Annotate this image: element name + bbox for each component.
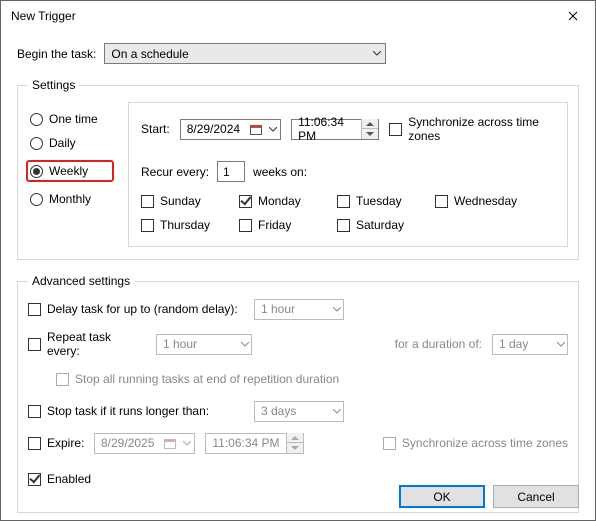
advanced-legend: Advanced settings: [28, 274, 134, 288]
sync-timezones-label: Synchronize across time zones: [408, 115, 555, 143]
calendar-icon: [160, 438, 180, 449]
day-saturday[interactable]: Saturday: [337, 218, 417, 232]
stop-repetition-checkbox: Stop all running tasks at end of repetit…: [56, 372, 339, 386]
spin-up-icon[interactable]: [362, 119, 378, 129]
sync-timezones-checkbox[interactable]: Synchronize across time zones: [389, 115, 555, 143]
start-label: Start:: [141, 122, 170, 136]
repeat-select[interactable]: 1 hour: [156, 334, 252, 355]
repeat-checkbox[interactable]: Repeat task every:: [28, 330, 146, 358]
chevron-down-icon: [180, 441, 194, 446]
expire-date-picker[interactable]: 8/29/2025: [94, 433, 195, 454]
radio-daily-label: Daily: [49, 136, 76, 150]
start-date-value: 8/29/2024: [181, 122, 246, 136]
chevron-down-icon: [373, 51, 381, 56]
duration-label: for a duration of:: [395, 337, 482, 351]
day-tuesday[interactable]: Tuesday: [337, 194, 417, 208]
cancel-button[interactable]: Cancel: [493, 485, 579, 508]
recur-weeks-value: 1: [223, 165, 230, 179]
recur-label-suffix: weeks on:: [253, 165, 307, 179]
spin-up-icon[interactable]: [287, 433, 303, 443]
expire-time-value: 11:06:34 PM: [206, 436, 285, 450]
expire-time-picker[interactable]: 11:06:34 PM: [205, 433, 303, 454]
new-trigger-window: New Trigger Begin the task: On a schedul…: [0, 0, 596, 521]
day-wednesday[interactable]: Wednesday: [435, 194, 517, 208]
chevron-down-icon: [557, 342, 565, 347]
stop-task-checkbox[interactable]: Stop task if it runs longer than:: [28, 404, 244, 418]
delay-checkbox[interactable]: Delay task for up to (random delay):: [28, 302, 244, 316]
radio-weekly[interactable]: Weekly: [26, 160, 114, 182]
begin-task-combo[interactable]: On a schedule: [104, 43, 386, 64]
settings-legend: Settings: [28, 78, 79, 92]
radio-one-time-label: One time: [49, 112, 98, 126]
expire-date-value: 8/29/2025: [95, 436, 160, 450]
recur-weeks-input[interactable]: 1: [217, 161, 245, 182]
delay-value: 1 hour: [261, 302, 295, 316]
chevron-down-icon: [241, 342, 249, 347]
weekday-checkboxes: Sunday Monday Tuesday Wednesday Thursday…: [141, 194, 555, 232]
duration-select[interactable]: 1 day: [492, 334, 568, 355]
radio-daily[interactable]: Daily: [30, 136, 114, 150]
radio-monthly[interactable]: Monthly: [30, 192, 114, 206]
frequency-radios: One time Daily Weekly Monthly: [28, 102, 118, 247]
spin-down-icon[interactable]: [362, 129, 378, 139]
radio-monthly-label: Monthly: [49, 192, 91, 206]
delay-select[interactable]: 1 hour: [254, 299, 344, 320]
recur-label-prefix: Recur every:: [141, 165, 209, 179]
repeat-value: 1 hour: [163, 337, 197, 351]
calendar-icon: [246, 124, 266, 135]
window-title: New Trigger: [11, 9, 76, 23]
stop-task-label: Stop task if it runs longer than:: [47, 404, 209, 418]
advanced-fieldset: Advanced settings Delay task for up to (…: [17, 274, 579, 513]
close-icon: [568, 11, 578, 21]
expire-sync-checkbox: Synchronize across time zones: [383, 436, 568, 450]
stop-task-select[interactable]: 3 days: [254, 401, 344, 422]
chevron-down-icon: [333, 409, 341, 414]
settings-fieldset: Settings One time Daily Weekly: [17, 78, 579, 260]
expire-label: Expire:: [47, 436, 84, 450]
stop-task-value: 3 days: [261, 404, 296, 418]
expire-sync-label: Synchronize across time zones: [402, 436, 568, 450]
time-spinner[interactable]: [361, 119, 378, 139]
begin-task-label: Begin the task:: [17, 47, 96, 61]
spin-down-icon[interactable]: [287, 443, 303, 453]
time-spinner[interactable]: [286, 433, 303, 453]
day-friday[interactable]: Friday: [239, 218, 319, 232]
day-monday[interactable]: Monday: [239, 194, 319, 208]
close-button[interactable]: [550, 2, 595, 31]
stop-repetition-label: Stop all running tasks at end of repetit…: [75, 372, 339, 386]
enabled-checkbox[interactable]: Enabled: [28, 472, 91, 486]
delay-label: Delay task for up to (random delay):: [47, 302, 238, 316]
schedule-panel: Start: 8/29/2024 11:06:34 PM: [128, 102, 568, 247]
chevron-down-icon: [266, 127, 280, 132]
radio-weekly-label: Weekly: [49, 164, 88, 178]
day-thursday[interactable]: Thursday: [141, 218, 221, 232]
duration-value: 1 day: [499, 337, 528, 351]
start-time-picker[interactable]: 11:06:34 PM: [291, 119, 379, 140]
begin-task-value: On a schedule: [111, 47, 188, 61]
day-sunday[interactable]: Sunday: [141, 194, 221, 208]
ok-button[interactable]: OK: [399, 485, 485, 508]
chevron-down-icon: [333, 307, 341, 312]
expire-checkbox[interactable]: Expire:: [28, 436, 84, 450]
enabled-label: Enabled: [47, 472, 91, 486]
radio-one-time[interactable]: One time: [30, 112, 114, 126]
start-date-picker[interactable]: 8/29/2024: [180, 119, 281, 140]
titlebar: New Trigger: [1, 1, 595, 31]
repeat-label: Repeat task every:: [47, 330, 146, 358]
start-time-value: 11:06:34 PM: [292, 115, 361, 143]
